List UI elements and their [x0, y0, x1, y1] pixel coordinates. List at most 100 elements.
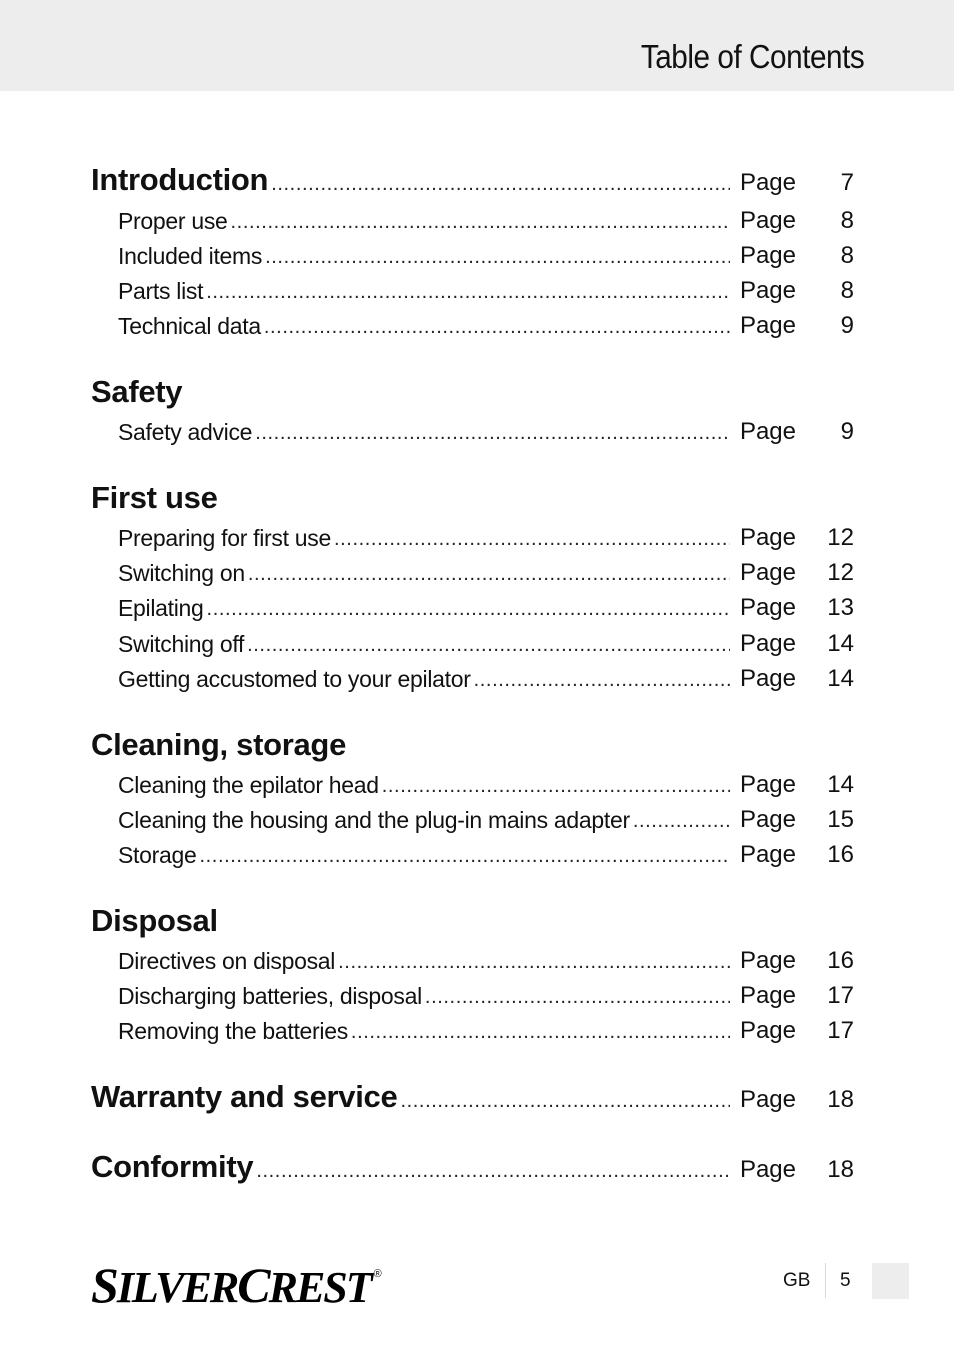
- page-word: Page: [739, 169, 796, 196]
- dot-leader: [338, 946, 730, 976]
- toc-section-introduction[interactable]: Introduction Page 7: [91, 162, 854, 198]
- page-number: 14: [827, 630, 854, 657]
- dot-leader: [206, 276, 730, 306]
- dot-leader: [351, 1016, 730, 1046]
- toc-item-label: Switching off: [118, 629, 248, 659]
- toc-item-label: Getting accustomed to your epilator: [118, 664, 474, 694]
- registered-mark: ®: [373, 1268, 382, 1280]
- dot-leader: [255, 417, 730, 447]
- page-word: Page: [739, 524, 796, 551]
- page-number: 7: [840, 169, 854, 196]
- page-word: Page: [739, 665, 796, 692]
- page-word: Page: [739, 594, 796, 621]
- page-number: 12: [827, 524, 854, 551]
- page-word: Page: [739, 312, 796, 339]
- toc-item[interactable]: Included items Page 8: [118, 237, 854, 271]
- toc-item-label: Storage: [118, 840, 200, 870]
- header-band: Table of Contents: [0, 0, 954, 91]
- toc-item-label: Preparing for first use: [118, 523, 334, 553]
- page-word: Page: [739, 1017, 796, 1044]
- toc-section-safety[interactable]: Safety: [91, 374, 183, 410]
- toc-item-label: Directives on disposal: [118, 946, 339, 976]
- toc-item[interactable]: Preparing for first use Page 12: [118, 519, 854, 553]
- page-word: Page: [739, 418, 796, 445]
- dot-leader: [256, 1155, 730, 1185]
- toc-item[interactable]: Discharging batteries, disposal Page 17: [118, 977, 854, 1011]
- toc-section-warranty[interactable]: Warranty and service Page 18: [91, 1079, 854, 1115]
- dot-leader: [265, 241, 730, 271]
- toc-item[interactable]: Storage Page 16: [118, 836, 854, 870]
- page-number: 14: [827, 665, 854, 692]
- page-word: Page: [739, 1156, 796, 1183]
- toc-item-label: Safety advice: [118, 417, 256, 447]
- toc-item-label: Switching on: [118, 558, 248, 588]
- page-number: 12: [827, 559, 854, 586]
- dot-leader: [334, 523, 730, 553]
- toc-item[interactable]: Proper use Page 8: [118, 202, 854, 236]
- dot-leader: [633, 805, 730, 835]
- toc-item-label: Discharging batteries, disposal: [118, 981, 425, 1011]
- dot-leader: [425, 981, 730, 1011]
- page-word: Page: [739, 806, 796, 833]
- dot-leader: [264, 311, 730, 341]
- page-number: 16: [827, 841, 854, 868]
- brand-wordmark: SILVERCREST: [91, 1257, 373, 1313]
- toc-item[interactable]: Cleaning the epilator head Page 14: [118, 766, 854, 800]
- toc-section-title: Warranty and service: [91, 1079, 401, 1115]
- dot-leader: [248, 558, 730, 588]
- toc-item-label: Technical data: [118, 311, 264, 341]
- toc-section-disposal[interactable]: Disposal: [91, 903, 218, 939]
- dot-leader: [382, 770, 730, 800]
- dot-leader: [400, 1085, 730, 1115]
- page-title: Table of Contents: [640, 38, 864, 75]
- page-number: 8: [840, 242, 854, 269]
- dot-leader: [207, 593, 730, 623]
- language-code: GB: [783, 1270, 811, 1291]
- page-number: 8: [840, 207, 854, 234]
- footer-divider: [825, 1263, 826, 1298]
- page-word: Page: [739, 207, 796, 234]
- page-number: 16: [827, 947, 854, 974]
- toc-item-label: Cleaning the epilator head: [118, 770, 382, 800]
- dot-leader: [247, 629, 730, 659]
- toc-section-title: Introduction: [91, 162, 272, 198]
- page-word: Page: [739, 630, 796, 657]
- toc-item-label: Removing the batteries: [118, 1016, 351, 1046]
- page-word: Page: [739, 559, 796, 586]
- page-word: Page: [739, 982, 796, 1009]
- dot-leader: [474, 664, 730, 694]
- toc-item[interactable]: Removing the batteries Page 17: [118, 1012, 854, 1046]
- toc-section-cleaning-storage[interactable]: Cleaning, storage: [91, 727, 346, 763]
- page-word: Page: [739, 242, 796, 269]
- toc-item[interactable]: Directives on disposal Page 16: [118, 942, 854, 976]
- page-number: 13: [827, 594, 854, 621]
- toc-item-label: Proper use: [118, 206, 231, 236]
- toc-item[interactable]: Switching on Page 12: [118, 554, 854, 588]
- toc-item[interactable]: Parts list Page 8: [118, 272, 854, 306]
- toc-item-label: Cleaning the housing and the plug-in mai…: [118, 805, 633, 835]
- toc-item[interactable]: Technical data Page 9: [118, 307, 854, 341]
- page-number: 17: [827, 982, 854, 1009]
- page-tab-marker: [872, 1263, 909, 1299]
- page-number: 15: [827, 806, 854, 833]
- toc-item[interactable]: Getting accustomed to your epilator Page…: [118, 660, 854, 694]
- toc-item-label: Included items: [118, 241, 266, 271]
- toc-item-label: Parts list: [118, 276, 207, 306]
- dot-leader: [199, 840, 730, 870]
- page-word: Page: [739, 1086, 796, 1113]
- page-number-footer: 5: [840, 1270, 851, 1291]
- silvercrest-logo: SILVERCREST ®: [91, 1257, 382, 1313]
- toc-item[interactable]: Safety advice Page 9: [118, 413, 854, 447]
- toc-item-label: Epilating: [118, 593, 207, 623]
- page-word: Page: [739, 947, 796, 974]
- page-number: 14: [827, 771, 854, 798]
- page-number: 9: [840, 312, 854, 339]
- toc-item[interactable]: Epilating Page 13: [118, 589, 854, 623]
- page-number: 9: [840, 418, 854, 445]
- page-word: Page: [739, 277, 796, 304]
- toc-section-first-use[interactable]: First use: [91, 480, 218, 516]
- toc-item[interactable]: Switching off Page 14: [118, 625, 854, 659]
- toc-item[interactable]: Cleaning the housing and the plug-in mai…: [118, 801, 854, 835]
- toc-section-conformity[interactable]: Conformity Page 18: [91, 1149, 854, 1185]
- page-number: 8: [840, 277, 854, 304]
